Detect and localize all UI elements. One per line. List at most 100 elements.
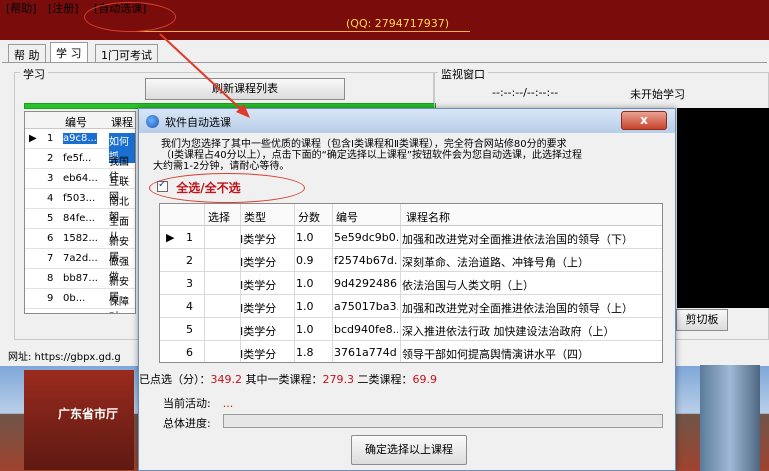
row-code: a75017ba3... xyxy=(334,300,398,313)
highlight-circle xyxy=(84,2,176,32)
stats-class1: 279.3 xyxy=(322,373,355,386)
table-row[interactable]: ▶ 3 eb64... 互联网 xyxy=(25,169,135,203)
row-course-name: 加强和改进党对全面推进依法治国的领导（下） xyxy=(402,233,633,246)
stats-total-label: 已点选（分）： xyxy=(139,373,211,386)
banner-text: 广东省市厅 xyxy=(58,407,119,421)
grid-line xyxy=(294,204,295,362)
row-code: 0b... xyxy=(63,293,86,304)
course-table-header: 编号 课程 xyxy=(25,112,135,129)
grid-line xyxy=(400,204,401,362)
row-score: 1.0 xyxy=(296,231,314,244)
row-number: 3 xyxy=(186,277,193,290)
row-score: 1.0 xyxy=(296,323,314,336)
list-item[interactable]: ▶ 5 Ⅰ类学分 1.0 bcd940fe8... 深入推进依法行政 加快建设法… xyxy=(160,318,662,341)
desc-line-3: 大约需1-2分钟，请耐心等待。 xyxy=(153,161,290,172)
tab-divider xyxy=(2,62,767,63)
row-number: 6 xyxy=(186,346,193,359)
stats-class2-label: 二类课程： xyxy=(357,373,413,386)
table-row[interactable]: ▶ 7 7a2d... 做强做 xyxy=(25,249,135,283)
refresh-course-list-button[interactable]: 刷新课程列表 xyxy=(145,78,345,100)
list-item[interactable]: ▶ 1 Ⅰ类学分 1.0 5e59dc9b0... 加强和改进党对全面推进依法治… xyxy=(160,226,662,249)
monitor-screen xyxy=(677,108,769,308)
row-course-name: 深入推进依法行政 加快建设法治政府（上） xyxy=(402,325,615,338)
dialog-description: 我们为您选择了其中一些优质的课程（包含Ⅰ类课程和Ⅱ类课程），完全符合网站修80分… xyxy=(153,139,653,172)
overall-progress-label: 总体进度: xyxy=(163,417,211,430)
clipboard-button[interactable]: 剪切板 xyxy=(676,309,728,331)
row-score: 1.0 xyxy=(296,300,314,313)
row-type: Ⅰ类学分 xyxy=(240,348,277,361)
row-course-name: 依法治国与人类文明（上） xyxy=(402,279,534,292)
list-item[interactable]: ▶ 2 Ⅰ类学分 0.9 f2574b67d... 深刻革命、法治道路、冲锋号角… xyxy=(160,249,662,272)
current-activity-label: 当前活动: xyxy=(163,397,211,410)
tab-study[interactable]: 学 习 xyxy=(50,42,88,62)
grid-line xyxy=(332,204,333,362)
row-number: 2 xyxy=(47,153,54,164)
row-type: Ⅰ类学分 xyxy=(240,279,277,292)
register-link[interactable]: [注册] xyxy=(48,0,79,16)
select-all-toggle[interactable]: 全选/全不选 xyxy=(157,179,241,196)
row-number: 1 xyxy=(186,231,193,244)
row-course: 保障对 xyxy=(109,297,129,313)
row-number: 5 xyxy=(47,213,54,224)
select-all-checkbox[interactable] xyxy=(157,179,168,192)
table-row[interactable]: ▶ 6 1582... 新安居 xyxy=(25,229,135,263)
row-code: bb87... xyxy=(63,273,98,284)
row-code: 7a2d... xyxy=(63,253,98,264)
row-number: 8 xyxy=(47,273,54,284)
help-link[interactable]: [帮助] xyxy=(6,0,37,16)
list-item[interactable]: ▶ 4 Ⅰ类学分 1.0 a75017ba3... 加强和改进党对全面推进依法治… xyxy=(160,295,662,318)
column-header-name: 课程名称 xyxy=(406,211,450,224)
row-type: Ⅰ类学分 xyxy=(240,302,277,315)
table-row[interactable]: ▶ 5 84fe... 全面从 xyxy=(25,209,135,243)
row-code: fe5f... xyxy=(63,153,92,164)
monitor-time: --:--:--/--:--:-- xyxy=(492,86,559,99)
row-score: 0.9 xyxy=(296,254,314,267)
row-number: 3 xyxy=(47,173,54,184)
grid-line xyxy=(240,204,241,362)
grid-line xyxy=(204,204,205,362)
monitor-status: 未开始学习 xyxy=(630,88,685,101)
close-button[interactable]: x xyxy=(621,111,667,130)
table-row[interactable]: ▶ 2 fe5f... 我国住 xyxy=(25,149,135,183)
row-type: Ⅰ类学分 xyxy=(240,233,277,246)
stats-class1-label: 其中一类课程： xyxy=(245,373,323,386)
column-header-score: 分数 xyxy=(298,211,320,224)
column-header-code: 编号 xyxy=(336,211,358,224)
row-pointer-icon: ▶ xyxy=(29,133,37,144)
auto-select-dialog: 软件自动选课 x 我们为您选择了其中一些优质的课程（包含Ⅰ类课程和Ⅱ类课程），完… xyxy=(138,108,676,471)
confirm-selection-button[interactable]: 确定选择以上课程 xyxy=(351,435,467,465)
tab-exam[interactable]: 1门可考试 xyxy=(95,44,158,62)
selection-stats: 已点选（分）：349.2 其中一类课程：279.3 二类课程：69.9 xyxy=(139,371,437,387)
row-number: 2 xyxy=(186,254,193,267)
row-code: f503... xyxy=(63,193,96,204)
row-course-name: 加强和改进党对全面推进依法治国的领导（上） xyxy=(402,302,633,315)
table-row[interactable]: ▶ 9 0b... 保障对 xyxy=(25,289,135,313)
row-code: f2574b67d... xyxy=(334,254,398,267)
grid-header: 选择 类型 分数 编号 课程名称 xyxy=(160,204,662,226)
row-pointer-icon: ▶ xyxy=(166,231,175,244)
list-item[interactable]: ▶ 3 Ⅰ类学分 1.0 9d4292486... 依法治国与人类文明（上） xyxy=(160,272,662,295)
table-row[interactable]: ▶ 1 a9c8... 如何抓 xyxy=(25,129,135,163)
stats-total: 349.2 xyxy=(210,373,243,386)
row-code: 3761a774d... xyxy=(334,346,398,359)
monitor-group-label: 监视窗口 xyxy=(438,66,488,82)
dialog-titlebar: 软件自动选课 x xyxy=(139,109,675,133)
row-score: 1.8 xyxy=(296,346,314,359)
select-all-label: 全选/全不选 xyxy=(176,181,241,195)
row-code: bcd940fe8... xyxy=(334,323,398,336)
column-header-course: 课程 xyxy=(111,116,133,129)
row-code: a9c8... xyxy=(63,133,97,144)
table-row[interactable]: ▶ 4 f503... 南北朝 xyxy=(25,189,135,223)
row-number: 4 xyxy=(47,193,54,204)
row-type: Ⅰ类学分 xyxy=(240,325,277,338)
app-icon xyxy=(146,115,159,128)
table-row[interactable]: ▶ 8 bb87... 新安居 xyxy=(25,269,135,303)
list-item[interactable]: ▶ 6 Ⅰ类学分 1.8 3761a774d... 领导干部如何提高舆情演讲水平… xyxy=(160,341,662,362)
current-activity-value: ... xyxy=(222,397,234,410)
course-selection-grid: 选择 类型 分数 编号 课程名称 ▶ 1 Ⅰ类学分 1.0 5e59dc9b0.… xyxy=(159,203,663,363)
tab-help[interactable]: 帮 助 xyxy=(8,44,46,62)
website-banner: 广东省市厅 xyxy=(24,370,134,470)
row-number: 5 xyxy=(186,323,193,336)
banner-divider xyxy=(130,31,470,32)
study-group-label: 学习 xyxy=(20,66,48,82)
